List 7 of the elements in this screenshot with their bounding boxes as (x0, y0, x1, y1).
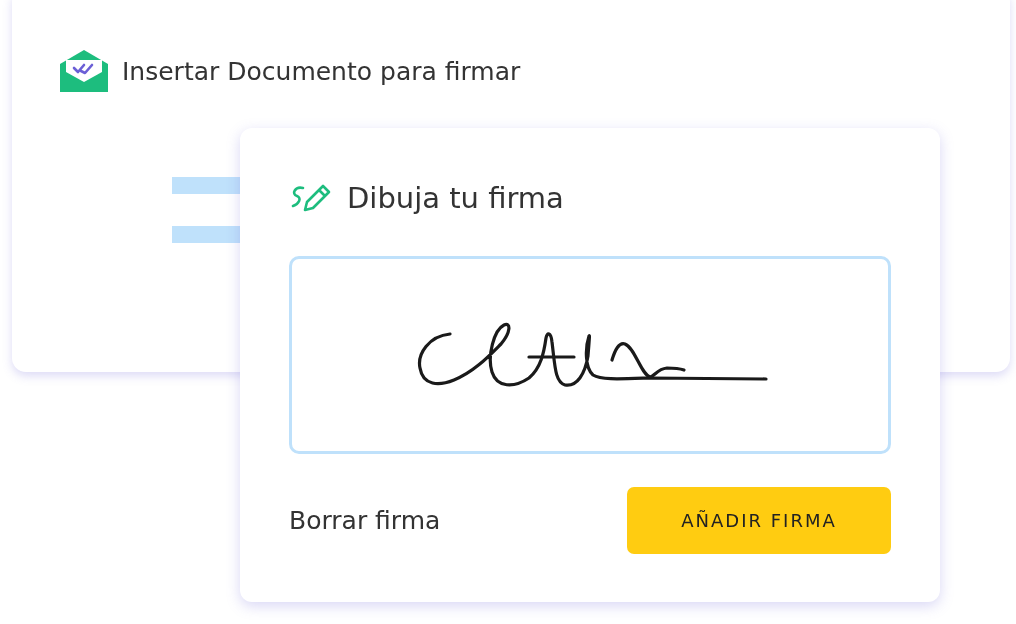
signature-pad[interactable] (289, 256, 891, 454)
clear-signature-link[interactable]: Borrar firma (289, 506, 441, 535)
card-title: Dibuja tu firma (347, 181, 564, 215)
add-signature-button[interactable]: AÑADIR FIRMA (627, 487, 891, 554)
pen-icon (289, 182, 333, 214)
card-title: Insertar Documento para firmar (122, 56, 521, 86)
envelope-icon (60, 50, 108, 92)
